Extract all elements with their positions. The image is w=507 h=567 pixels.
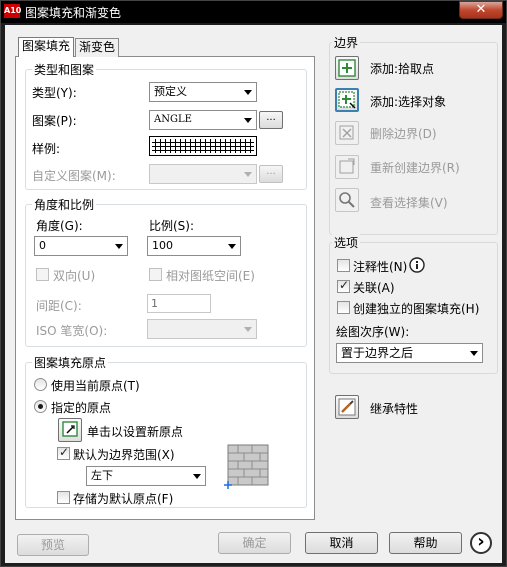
tab-gradient[interactable]: 渐变色 (75, 38, 120, 57)
angle-value: 0 (39, 239, 46, 252)
iso-pen-width-label: ISO 笔宽(O): (36, 324, 108, 338)
recreate-boundary-label[interactable]: 重新创建边界(R) (370, 159, 460, 176)
info-icon[interactable] (409, 257, 425, 273)
draw-order-label: 绘图次序(W): (336, 325, 410, 339)
inherit-properties-button[interactable] (335, 395, 359, 419)
click-set-origin-label: 单击以设置新原点 (87, 425, 184, 439)
pattern-label: 图案(P): (32, 114, 77, 128)
preview-button[interactable]: 预览 (17, 534, 89, 556)
pattern-swatch[interactable] (149, 136, 257, 156)
hatch-gradient-dialog: A10 图案填充和渐变色 ✕ 图案填充 渐变色 类型和图案 类型(Y): 预定义… (0, 0, 507, 567)
draw-order-select[interactable]: 置于边界之后 (336, 343, 483, 363)
set-origin-button[interactable] (58, 418, 82, 442)
magnifier-icon (339, 192, 355, 208)
iso-pen-width-select[interactable] (147, 319, 257, 339)
view-selections-button[interactable] (335, 188, 359, 212)
select-objects-label[interactable]: 添加:选择对象 (370, 93, 446, 110)
spacing-input[interactable]: 1 (147, 294, 211, 313)
remove-boundaries-button[interactable] (335, 121, 359, 145)
pattern-browse-button[interactable]: ... (259, 111, 283, 129)
chevron-down-icon (244, 172, 252, 177)
store-default-origin-label: 存储为默认原点(F) (73, 492, 174, 506)
angle-scale-title: 角度和比例 (32, 196, 97, 213)
recreate-boundary-button[interactable] (335, 155, 359, 179)
type-value: 预定义 (154, 85, 187, 98)
use-current-origin-radio[interactable] (34, 378, 47, 391)
pick-points-label[interactable]: 添加:拾取点 (370, 60, 434, 77)
angle-select[interactable]: 0 (34, 236, 128, 256)
double-label: 双向(U) (53, 269, 96, 283)
use-current-origin-label: 使用当前原点(T) (51, 379, 140, 393)
pick-points-button[interactable] (335, 56, 359, 80)
scale-value: 100 (152, 239, 173, 252)
chevron-down-icon (115, 244, 123, 249)
dialog-client: 图案填充 渐变色 类型和图案 类型(Y): 预定义 图案(P): ANGLE .… (5, 25, 502, 563)
check-icon: ✓ (339, 278, 350, 292)
specified-origin-radio[interactable] (34, 400, 47, 413)
custom-pattern-select[interactable] (149, 164, 257, 184)
help-button[interactable]: 帮助 (389, 532, 462, 554)
hatch-tab-panel: 类型和图案 类型(Y): 预定义 图案(P): ANGLE ... 样例: 自定… (15, 56, 315, 520)
scale-label: 比例(S): (149, 219, 195, 233)
type-pattern-title: 类型和图案 (32, 61, 97, 78)
cancel-button[interactable]: 取消 (305, 532, 378, 554)
draw-order-value: 置于边界之后 (341, 346, 414, 360)
ok-button[interactable]: 确定 (218, 532, 291, 554)
swatch-label: 样例: (32, 142, 61, 156)
store-default-origin-checkbox[interactable] (57, 491, 70, 504)
options-title: 选项 (332, 234, 361, 251)
view-selections-label[interactable]: 查看选择集(V) (370, 194, 448, 211)
angle-label: 角度(G): (36, 219, 83, 233)
spacing-label: 间距(C): (36, 299, 82, 313)
inherit-properties-label[interactable]: 继承特性 (370, 400, 418, 417)
origin-position-select[interactable]: 左下 (86, 466, 206, 486)
scale-select[interactable]: 100 (147, 236, 241, 256)
chevron-down-icon (470, 351, 478, 356)
pick-points-icon (338, 59, 356, 77)
custom-pattern-browse-button[interactable]: ... (259, 165, 283, 183)
chevron-down-icon (244, 90, 252, 95)
separate-hatches-label: 创建独立的图案填充(H) (353, 302, 480, 316)
autocad-app-icon: A10 (4, 4, 21, 18)
origin-position-value: 左下 (91, 469, 113, 482)
annotative-checkbox[interactable] (337, 259, 350, 272)
type-label: 类型(Y): (32, 86, 77, 100)
relative-paper-label: 相对图纸空间(E) (166, 269, 255, 283)
pick-origin-icon (62, 421, 78, 437)
specified-origin-label: 指定的原点 (51, 401, 112, 415)
relative-paper-checkbox[interactable] (149, 268, 162, 281)
select-objects-button[interactable] (335, 88, 359, 112)
hatch-origin-title: 图案填充原点 (32, 354, 109, 371)
select-objects-icon (338, 91, 356, 109)
more-options-button[interactable]: › (470, 532, 492, 554)
default-extent-label: 默认为边界范围(X) (73, 448, 175, 462)
pattern-value: ANGLE (154, 114, 192, 125)
type-select[interactable]: 预定义 (149, 82, 257, 102)
custom-pattern-label: 自定义图案(M): (32, 169, 116, 183)
title-bar[interactable]: A10 图案填充和渐变色 ✕ (1, 1, 506, 23)
window-title: 图案填充和渐变色 (25, 6, 122, 20)
check-icon: ✓ (59, 445, 70, 459)
remove-boundaries-label[interactable]: 删除边界(D) (370, 125, 437, 142)
default-extent-checkbox[interactable]: ✓ (57, 445, 70, 460)
pattern-select[interactable]: ANGLE (149, 110, 257, 130)
associative-label: 关联(A) (353, 281, 395, 295)
remove-boundary-icon (339, 125, 354, 140)
origin-preview-brick-icon (224, 444, 269, 489)
annotative-label: 注释性(N) (353, 260, 408, 274)
chevron-down-icon (193, 474, 201, 479)
separate-hatches-checkbox[interactable] (337, 301, 350, 314)
recreate-boundary-icon (339, 158, 355, 174)
boundaries-title: 边界 (332, 34, 361, 51)
tab-hatch[interactable]: 图案填充 (18, 37, 75, 57)
paintbrush-icon (338, 398, 356, 416)
close-button[interactable]: ✕ (459, 1, 503, 19)
chevron-down-icon (244, 118, 252, 123)
double-checkbox[interactable] (36, 268, 49, 281)
associative-checkbox[interactable]: ✓ (337, 278, 350, 293)
chevron-down-icon (228, 244, 236, 249)
chevron-down-icon (244, 327, 252, 332)
